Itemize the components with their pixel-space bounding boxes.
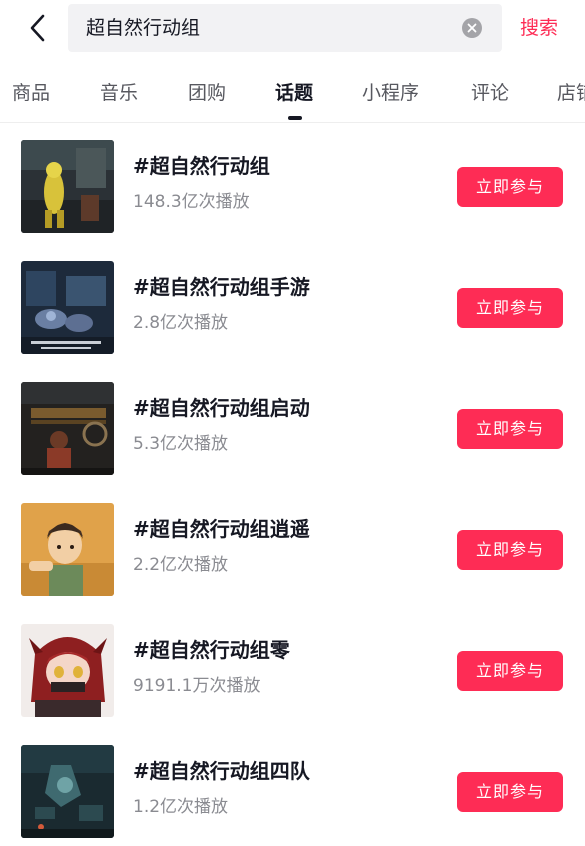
active-tab-indicator [288, 116, 302, 120]
join-topic-button[interactable]: 立即参与 [457, 167, 563, 207]
chevron-left-icon [30, 14, 45, 42]
join-topic-button[interactable]: 立即参与 [457, 288, 563, 328]
topic-item[interactable]: #超自然行动组四队 1.2亿次播放 立即参与 [0, 733, 585, 846]
tabs-divider [0, 122, 585, 123]
topic-item[interactable]: #超自然行动组零 9191.1万次播放 立即参与 [0, 612, 585, 733]
tab-group-buy[interactable]: 团购 [188, 80, 226, 106]
tab-topics[interactable]: 话题 [275, 80, 313, 106]
search-query-text: 超自然行动组 [86, 17, 201, 39]
back-button[interactable] [18, 8, 58, 48]
topic-thumbnail[interactable] [21, 382, 114, 475]
topic-thumbnail[interactable] [21, 140, 114, 233]
tab-shops[interactable]: 店铺 [557, 80, 585, 106]
search-input[interactable]: 超自然行动组 [68, 4, 502, 52]
search-submit-button[interactable]: 搜索 [520, 4, 558, 52]
topic-play-count: 9191.1万次播放 [133, 676, 261, 696]
topic-thumbnail[interactable] [21, 261, 114, 354]
tab-mini-programs[interactable]: 小程序 [362, 80, 419, 106]
topic-title: #超自然行动组启动 [133, 396, 310, 420]
tab-goods[interactable]: 商品 [12, 80, 50, 106]
topic-search-screen: 超自然行动组 搜索 商品 音乐 团购 话题 小程序 评论 店铺 [0, 0, 585, 846]
category-tabs: 商品 音乐 团购 话题 小程序 评论 店铺 [0, 66, 585, 122]
close-icon [467, 23, 477, 33]
topic-title: #超自然行动组逍遥 [133, 517, 310, 541]
search-header: 超自然行动组 搜索 [0, 0, 585, 58]
topic-thumbnail[interactable] [21, 503, 114, 596]
topic-title: #超自然行动组手游 [133, 275, 310, 299]
topic-item[interactable]: #超自然行动组 148.3亿次播放 立即参与 [0, 128, 585, 249]
topic-thumbnail[interactable] [21, 745, 114, 838]
topic-title: #超自然行动组 [133, 154, 270, 178]
topic-item[interactable]: #超自然行动组启动 5.3亿次播放 立即参与 [0, 370, 585, 491]
topic-item[interactable]: #超自然行动组手游 2.8亿次播放 立即参与 [0, 249, 585, 370]
join-topic-button[interactable]: 立即参与 [457, 772, 563, 812]
join-topic-button[interactable]: 立即参与 [457, 651, 563, 691]
topic-play-count: 2.8亿次播放 [133, 313, 229, 333]
join-topic-button[interactable]: 立即参与 [457, 530, 563, 570]
topic-list: #超自然行动组 148.3亿次播放 立即参与 #超自然行动组手游 2.8亿次播放… [0, 128, 585, 846]
topic-play-count: 2.2亿次播放 [133, 555, 229, 575]
join-topic-button[interactable]: 立即参与 [457, 409, 563, 449]
topic-item[interactable]: #超自然行动组逍遥 2.2亿次播放 立即参与 [0, 491, 585, 612]
clear-search-button[interactable] [462, 18, 482, 38]
topic-title: #超自然行动组四队 [133, 759, 310, 783]
topic-title: #超自然行动组零 [133, 638, 290, 662]
tab-music[interactable]: 音乐 [100, 80, 138, 106]
topic-play-count: 5.3亿次播放 [133, 434, 229, 454]
topic-play-count: 1.2亿次播放 [133, 797, 229, 817]
topic-play-count: 148.3亿次播放 [133, 192, 250, 212]
topic-thumbnail[interactable] [21, 624, 114, 717]
tab-comments[interactable]: 评论 [471, 80, 509, 106]
